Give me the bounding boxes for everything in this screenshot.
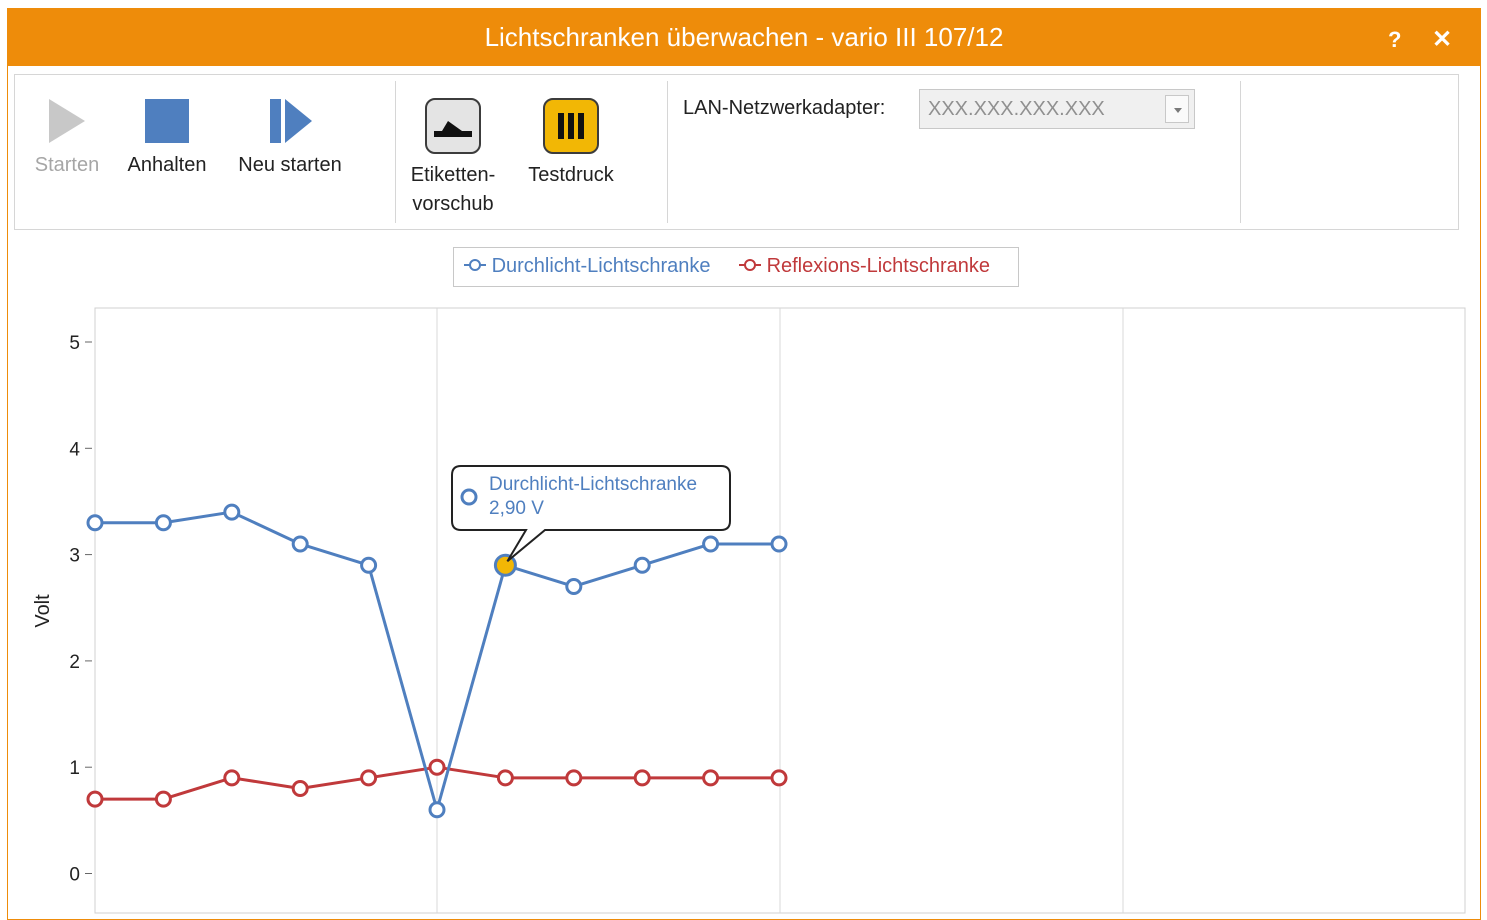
data-point <box>565 577 583 595</box>
data-point <box>496 769 514 787</box>
data-point <box>702 535 720 553</box>
voltage-line-chart: 0 1 2 3 4 5 Volt Durchlicht-Lichtschranke 2,90 V <box>32 307 1466 914</box>
data-point <box>770 535 788 553</box>
data-point <box>291 779 309 797</box>
data-point <box>86 514 104 532</box>
y-tick-label: 3 <box>69 546 80 567</box>
y-tick-label: 0 <box>69 865 80 886</box>
data-point <box>223 769 241 787</box>
data-point <box>633 769 651 787</box>
y-tick-label: 5 <box>69 333 80 354</box>
tooltip-marker <box>460 488 478 506</box>
data-point <box>154 514 172 532</box>
data-point <box>86 790 104 808</box>
data-point <box>702 769 720 787</box>
y-tick-label: 2 <box>69 652 80 673</box>
data-point <box>154 790 172 808</box>
data-point <box>223 503 241 521</box>
data-point <box>428 758 446 776</box>
data-point <box>565 769 583 787</box>
y-axis-label: Volt <box>32 594 54 628</box>
tooltip-value: 2,90 V <box>489 498 544 519</box>
data-point <box>633 556 651 574</box>
data-point <box>291 535 309 553</box>
y-tick-label: 1 <box>69 758 80 779</box>
y-tick-label: 4 <box>69 439 80 460</box>
data-point <box>360 556 378 574</box>
data-point <box>360 769 378 787</box>
tooltip-series: Durchlicht-Lichtschranke <box>489 474 697 495</box>
data-point <box>428 801 446 819</box>
data-point <box>770 769 788 787</box>
